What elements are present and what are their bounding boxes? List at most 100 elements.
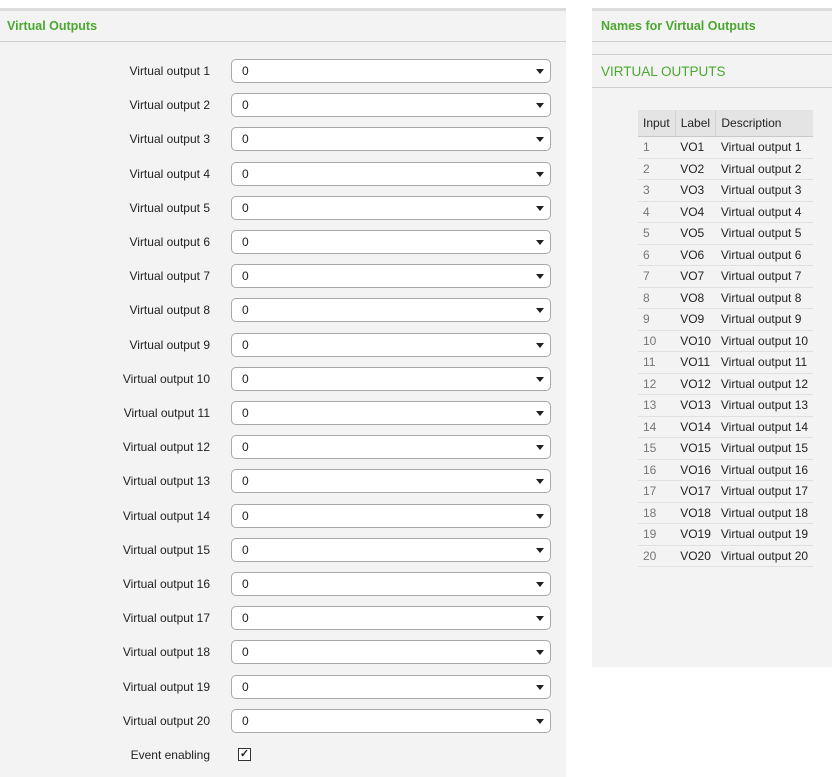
table-row: 13 VO13 Virtual output 13 — [638, 394, 814, 417]
virtual-output-select-value: 0 — [242, 577, 249, 591]
table-cell-input: 6 — [638, 244, 676, 266]
table-cell-label: VO8 — [675, 287, 716, 309]
chevron-down-icon — [536, 513, 544, 519]
table-cell-description: Virtual output 8 — [715, 287, 814, 309]
table-cell-description: Virtual output 3 — [715, 179, 814, 202]
virtual-output-select[interactable]: 0 — [231, 332, 551, 357]
table-cell-label: VO10 — [675, 330, 716, 352]
virtual-output-select[interactable]: 0 — [231, 59, 551, 83]
chevron-down-icon — [536, 103, 544, 109]
table-cell-description: Virtual output 19 — [715, 523, 814, 546]
virtual-output-row: Virtual output 15 0 — [0, 537, 566, 562]
virtual-output-label: Virtual output 5 — [129, 200, 210, 215]
table-row: 4 VO4 Virtual output 4 — [638, 201, 814, 223]
table-cell-label: VO18 — [675, 502, 716, 524]
virtual-output-select[interactable]: 0 — [231, 195, 551, 220]
virtual-output-row: Virtual output 5 0 — [0, 195, 566, 220]
event-enabling-checkbox[interactable]: ✓ — [238, 748, 251, 761]
virtual-output-row: Virtual output 7 0 — [0, 264, 566, 289]
chevron-down-icon — [536, 718, 544, 724]
table-row: 1 VO1 Virtual output 1 — [638, 136, 814, 159]
virtual-output-select[interactable]: 0 — [231, 572, 551, 596]
virtual-output-row: Virtual output 12 0 — [0, 435, 566, 460]
table-row: 6 VO6 Virtual output 6 — [638, 244, 814, 266]
table-cell-label: VO20 — [675, 545, 716, 567]
column-header-description: Description — [715, 110, 814, 137]
chevron-down-icon — [536, 308, 544, 314]
virtual-output-row: Virtual output 8 0 — [0, 298, 566, 323]
table-cell-description: Virtual output 10 — [715, 330, 814, 352]
virtual-output-label: Virtual output 16 — [122, 577, 210, 591]
virtual-output-label: Virtual output 8 — [129, 303, 210, 318]
virtual-output-select-value: 0 — [242, 166, 249, 181]
virtual-output-select[interactable]: 0 — [231, 366, 551, 391]
table-cell-label: VO11 — [675, 351, 716, 374]
virtual-output-row: Virtual output 14 0 — [0, 503, 566, 528]
virtual-output-select[interactable]: 0 — [231, 230, 551, 254]
table-cell-description: Virtual output 9 — [715, 308, 814, 331]
table-cell-input: 20 — [638, 545, 676, 567]
virtual-output-label: Virtual output 14 — [122, 508, 210, 523]
chevron-down-icon — [536, 137, 544, 143]
virtual-output-select-value: 0 — [242, 645, 249, 660]
table-cell-input: 10 — [638, 330, 676, 352]
virtual-output-label: Virtual output 19 — [122, 679, 210, 694]
table-cell-input: 19 — [638, 523, 676, 546]
column-header-label: Label — [674, 110, 716, 137]
table-row: 2 VO2 Virtual output 2 — [638, 158, 814, 180]
virtual-output-row: Virtual output 20 0 — [0, 708, 566, 733]
table-cell-label: VO2 — [675, 158, 716, 180]
table-row: 19 VO19 Virtual output 19 — [638, 523, 814, 546]
table-cell-label: VO15 — [675, 437, 716, 460]
virtual-output-select[interactable]: 0 — [231, 298, 551, 323]
table-row: 18 VO18 Virtual output 18 — [638, 502, 814, 524]
virtual-output-label: Virtual output 4 — [129, 166, 210, 181]
virtual-output-select[interactable]: 0 — [231, 674, 551, 699]
table-row: 10 VO10 Virtual output 10 — [638, 330, 814, 352]
table-cell-description: Virtual output 1 — [715, 136, 814, 159]
table-cell-label: VO19 — [675, 523, 716, 546]
virtual-output-label: Virtual output 11 — [123, 406, 210, 420]
virtual-output-select[interactable]: 0 — [231, 93, 551, 118]
table-row: 12 VO12 Virtual output 12 — [638, 373, 814, 395]
chevron-down-icon — [536, 616, 544, 622]
virtual-output-select[interactable]: 0 — [231, 537, 551, 562]
virtual-output-select[interactable]: 0 — [231, 264, 551, 289]
table-cell-label: VO1 — [675, 136, 716, 159]
table-cell-description: Virtual output 12 — [715, 373, 814, 395]
virtual-output-select[interactable]: 0 — [231, 127, 551, 152]
virtual-output-select[interactable]: 0 — [231, 401, 551, 425]
virtual-output-row: Virtual output 4 0 — [0, 161, 566, 186]
virtual-output-select[interactable]: 0 — [231, 640, 551, 665]
virtual-output-select-value: 0 — [242, 98, 249, 113]
virtual-output-label: Virtual output 15 — [122, 542, 210, 557]
table-row: 14 VO14 Virtual output 14 — [638, 416, 814, 438]
virtual-output-select[interactable]: 0 — [231, 469, 551, 494]
virtual-outputs-table: Input Label Description 1 VO1 Virtual outp… — [638, 110, 814, 567]
table-cell-input: 5 — [638, 222, 676, 245]
virtual-output-select-value: 0 — [242, 132, 249, 147]
table-cell-description: Virtual output 5 — [715, 222, 814, 245]
table-cell-input: 18 — [638, 502, 676, 524]
table-cell-input: 17 — [638, 480, 676, 503]
virtual-output-label: Virtual output 10 — [122, 371, 210, 386]
table-row: 8 VO8 Virtual output 8 — [638, 287, 814, 309]
virtual-output-select[interactable]: 0 — [231, 161, 551, 186]
virtual-output-row: Virtual output 16 0 — [0, 572, 566, 596]
virtual-output-select[interactable]: 0 — [231, 503, 551, 528]
chevron-down-icon — [536, 650, 544, 656]
virtual-output-select[interactable]: 0 — [231, 708, 551, 733]
chevron-down-icon — [536, 69, 544, 74]
virtual-output-select-value: 0 — [242, 406, 249, 420]
table-cell-label: VO17 — [675, 480, 716, 503]
table-cell-input: 14 — [638, 416, 676, 438]
virtual-output-label: Virtual output 7 — [129, 269, 210, 284]
virtual-output-label: Virtual output 2 — [129, 98, 210, 113]
virtual-output-row: Virtual output 19 0 — [0, 674, 566, 699]
virtual-output-label: Virtual output 12 — [122, 440, 210, 455]
virtual-output-select-value: 0 — [242, 713, 249, 728]
table-row: 16 VO16 Virtual output 16 — [638, 459, 814, 481]
virtual-output-select[interactable]: 0 — [231, 606, 551, 631]
chevron-down-icon — [536, 684, 544, 690]
virtual-output-select[interactable]: 0 — [231, 435, 551, 460]
